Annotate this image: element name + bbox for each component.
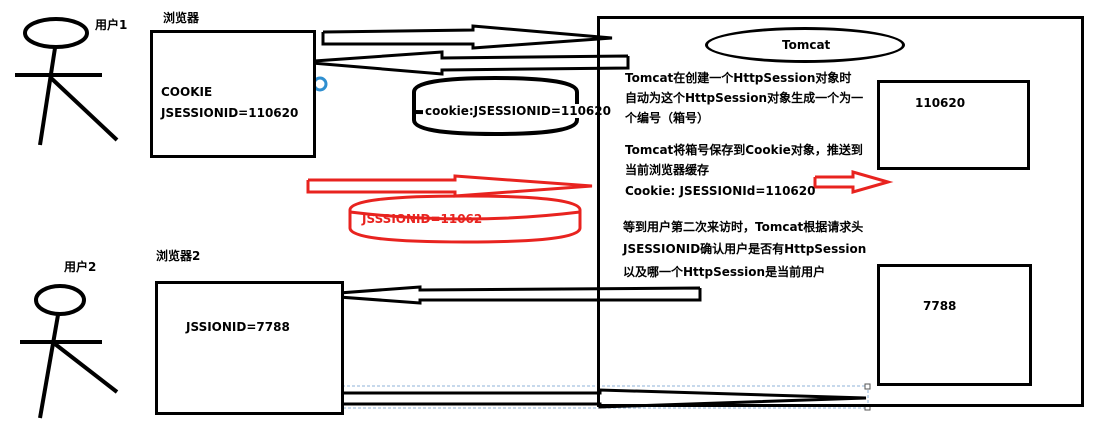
browser2-session-value: JSSIONID=7788	[186, 320, 290, 334]
arrow-browser1-to-tomcat	[321, 24, 613, 50]
tomcat-note2-line2: 当前浏览器缓存	[625, 163, 710, 177]
red-arrow-to-tomcat	[306, 174, 593, 198]
tomcat-note1-line3: 个编号（箱号）	[625, 111, 710, 125]
session2-id: 7788	[923, 299, 957, 313]
browser1-cookie-label: COOKIE	[161, 85, 213, 99]
user1-figure	[15, 17, 119, 146]
tomcat-note3-line3: 以及哪一个HttpSession是当前用户	[623, 265, 826, 279]
tomcat-title: Tomcat	[782, 38, 831, 52]
browser2-box	[155, 281, 344, 415]
tomcat-note1-line2: 自动为这个HttpSession对象生成一个为一	[625, 91, 864, 105]
user1-head	[23, 17, 89, 49]
user2-head	[34, 284, 86, 316]
user1-body	[38, 47, 57, 146]
tomcat-note2-line1: Tomcat将箱号保存到Cookie对象，推送到	[625, 143, 863, 157]
tomcat-note3-line1: 等到用户第二次来访时，Tomcat根据请求头	[623, 220, 864, 234]
user2-body	[38, 314, 60, 419]
arrow-tomcat-to-browser1	[299, 50, 630, 76]
user2-label: 用户2	[64, 260, 97, 274]
browser1-title: 浏览器	[163, 11, 200, 25]
user2-figure	[20, 284, 119, 419]
cookie-request-text: cookie:JSESSIONID=110620	[423, 104, 613, 118]
session1-id: 110620	[915, 96, 966, 110]
tomcat-note1-line1: Tomcat在创建一个HttpSession对象时	[625, 71, 852, 85]
browser1-session-value: JSESSIONID=110620	[161, 106, 299, 120]
user1-label: 用户1	[95, 18, 128, 32]
session2-box	[877, 264, 1032, 386]
browser2-title: 浏览器2	[156, 249, 201, 263]
tomcat-note3-line2: JSESSIONID确认用户是否有HttpSession	[623, 242, 867, 256]
session1-box	[877, 80, 1030, 170]
user1-leg	[49, 76, 119, 142]
red-request-text: JSSSIONID=11062	[362, 212, 483, 226]
tomcat-note2-line3: Cookie: JSESSIONId=110620	[625, 184, 816, 198]
user2-leg	[53, 342, 119, 394]
